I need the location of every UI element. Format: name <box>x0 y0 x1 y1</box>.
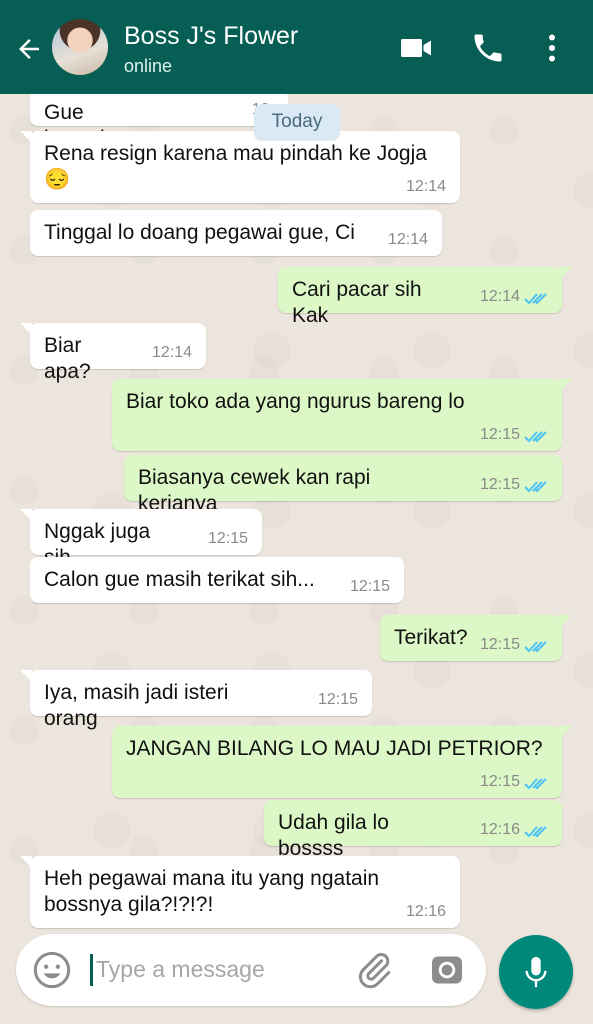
incoming-message-bubble[interactable]: Iya, masih jadi isteri orang 12:15 <box>20 670 372 730</box>
read-receipt-icon <box>524 293 547 305</box>
outgoing-message-bubble[interactable]: Biasanya cewek kan rapi kerjanya 12:15 <box>124 455 562 515</box>
emoji-icon[interactable] <box>32 950 72 990</box>
message-timestamp: 12:15 <box>207 530 248 547</box>
message-timestamp: 12:14 <box>479 288 520 305</box>
message-timestamp: 12:16 <box>405 903 446 920</box>
message-timestamp: 12:15 <box>479 426 520 443</box>
read-receipt-icon <box>524 431 547 443</box>
message-text: Heh pegawai mana itu yang ngatain bossny… <box>44 867 380 916</box>
microphone-icon <box>525 956 547 988</box>
outgoing-message-bubble[interactable]: Udah gila lo bossss 12:16 <box>264 800 562 860</box>
bubble-tail <box>560 615 572 627</box>
message-text: Calon gue masih terikat sih... <box>44 568 315 591</box>
message-timestamp: 12:14 <box>387 231 428 248</box>
message-text: Tinggal lo doang pegawai gue, Ci <box>44 221 355 244</box>
outgoing-message-bubble[interactable]: JANGAN BILANG LO MAU JADI PETRIOR? 12:15 <box>112 726 572 798</box>
read-receipt-icon <box>524 481 547 493</box>
text-caret <box>90 954 93 986</box>
contact-name[interactable]: Boss J's Flower <box>124 22 298 51</box>
message-text: Biar toko ada yang ngurus bareng lo <box>126 390 465 413</box>
outgoing-message-bubble[interactable]: Biar toko ada yang ngurus bareng lo 12:15 <box>112 379 572 451</box>
contact-status: online <box>124 56 173 76</box>
message-timestamp: 12:15 <box>479 636 520 653</box>
outgoing-message-bubble[interactable]: Terikat? 12:15 <box>380 615 572 661</box>
bubble-tail <box>560 379 572 391</box>
read-receipt-icon <box>524 778 547 790</box>
outgoing-message-bubble[interactable]: Cari pacar sih Kak 12:14 <box>278 267 572 327</box>
message-timestamp: 12:15 <box>317 691 358 708</box>
attach-icon[interactable] <box>354 950 394 990</box>
incoming-message-bubble[interactable]: Nggak juga sih12:15 <box>20 509 262 569</box>
incoming-message-bubble[interactable]: Biar apa? 12:14 <box>20 323 206 383</box>
message-text: Iya, masih jadi isteri orang <box>44 681 229 730</box>
message-timestamp: 12:15 <box>349 578 390 595</box>
message-input[interactable]: Type a message <box>96 956 265 983</box>
message-timestamp: 12:15 <box>479 773 520 790</box>
back-arrow-icon[interactable] <box>14 34 44 64</box>
bubble-tail <box>20 856 32 868</box>
voice-record-button[interactable] <box>499 935 573 1009</box>
message-timestamp: 12:16 <box>479 821 520 838</box>
bubble-tail <box>20 670 32 682</box>
message-timestamp: 12:15 <box>479 476 520 493</box>
incoming-message-bubble[interactable]: Heh pegawai mana itu yang ngatain bossny… <box>20 856 460 928</box>
read-receipt-icon <box>524 641 547 653</box>
bubble-tail <box>560 267 572 279</box>
bubble-tail <box>20 131 32 143</box>
incoming-message-bubble[interactable]: Rena resign karena mau pindah ke Jogja😔 1… <box>20 131 460 203</box>
video-call-icon[interactable] <box>396 30 436 66</box>
more-options-icon[interactable] <box>532 30 572 66</box>
message-timestamp: 12:14 <box>405 178 446 195</box>
message-composer: Type a message <box>16 934 486 1006</box>
incoming-message-bubble[interactable]: Gue kesepiannnn12: <box>30 94 288 150</box>
chat-header: Boss J's Flower online <box>0 0 593 94</box>
incoming-message-bubble[interactable]: Calon gue masih terikat sih... 12:15 <box>30 557 404 603</box>
date-chip: Today <box>254 104 340 140</box>
message-text: JANGAN BILANG LO MAU JADI PETRIOR? <box>126 737 543 760</box>
bubble-tail <box>560 726 572 738</box>
bubble-tail <box>20 509 32 521</box>
message-text: Rena resign karena mau pindah ke Jogja😔 <box>44 142 427 191</box>
incoming-message-bubble[interactable]: Tinggal lo doang pegawai gue, Ci 12:14 <box>30 210 442 256</box>
read-receipt-icon <box>524 826 547 838</box>
contact-avatar[interactable] <box>52 19 108 75</box>
message-timestamp: 12:14 <box>151 344 192 361</box>
message-list[interactable]: Gue kesepiannnn12:Rena resign karena mau… <box>0 94 593 930</box>
bubble-tail <box>20 323 32 335</box>
phone-call-icon[interactable] <box>468 30 508 66</box>
camera-icon[interactable] <box>428 952 466 988</box>
